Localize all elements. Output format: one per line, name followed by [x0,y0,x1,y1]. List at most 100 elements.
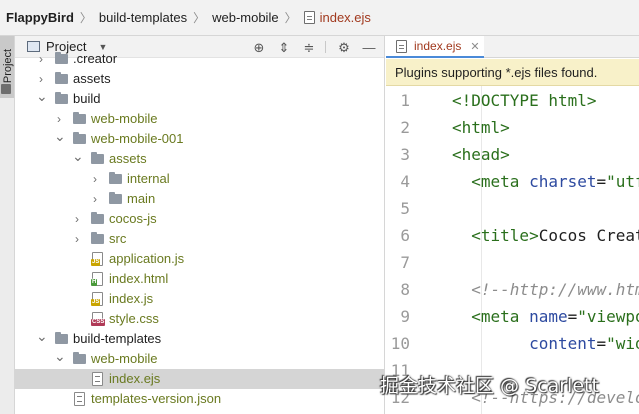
tree-item-label: internal [127,171,170,186]
tree-item-label: web-mobile [91,111,158,126]
folder-icon [55,52,68,64]
code-line[interactable]: <meta name="viewport" [452,307,639,327]
line-number: 2 [400,118,410,137]
line-number: 7 [400,253,410,272]
tree-item-label: web-mobile [91,351,158,366]
code-token: <meta [471,307,530,326]
chevron-right-icon[interactable]: › [54,113,64,125]
tree-folder[interactable]: › .creator [15,49,384,69]
close-icon[interactable]: ✕ [470,40,479,53]
tree-file[interactable]: index.ejs [15,369,384,389]
tree-folder[interactable]: › cocos-js [15,209,384,229]
tree-folder[interactable]: › src [15,229,384,249]
ejs-file-icon [92,372,103,386]
line-number: 5 [400,199,410,218]
chevron-right-icon[interactable]: › [36,53,46,65]
project-tool-window-tab[interactable]: Project [0,36,14,98]
chevron-right-icon[interactable]: › [90,193,100,205]
tree-file[interactable]: templates-version.json [15,389,384,409]
folder-icon [109,192,122,204]
tree-item-label: assets [73,71,111,86]
chevron-down-icon[interactable]: ⌄ [36,329,48,343]
js-file-icon: JS [91,292,103,306]
code-editor[interactable]: <!DOCTYPE html> <html> <head> <meta charse… [452,86,639,414]
navigation-bar: FlappyBird 〉 build-templates 〉 web-mobil… [0,0,639,36]
tree-file[interactable]: JS application.js [15,249,384,269]
code-token: <!--http://www.html5rocks.com [471,280,639,299]
tree-folder[interactable]: ⌄ build-templates [15,329,384,349]
tree-file[interactable]: CSS style.css [15,309,384,329]
chevron-down-icon[interactable]: ⌄ [54,129,66,143]
code-token: = [596,172,607,191]
folder-icon [73,132,86,144]
line-number-gutter: 1 2 3 4 5 6 7 8 9 10 11 12 [386,86,452,414]
code-token: "width=device [606,334,639,353]
tree-item-label: index.ejs [109,371,161,386]
tree-item-label: build [73,91,101,106]
tree-item-label: assets [109,151,147,166]
breadcrumb-separator-icon: 〉 [193,11,206,25]
tree-item-label: index.html [109,271,169,286]
file-icon [396,39,407,53]
tree-item-label: cocos-js [109,211,157,226]
tree-item-label: templates-version.json [91,391,222,406]
code-line[interactable]: content="width=device [452,334,639,354]
tree-file[interactable]: JS index.js [15,289,384,309]
code-token: = [567,307,578,326]
line-number: 1 [400,91,410,110]
html-file-icon: H [91,272,103,286]
code-token: charset [529,172,597,191]
code-token: <title> [471,226,539,245]
json-file-icon [74,392,85,406]
tree-item-label: main [127,191,156,206]
code-line[interactable]: <html> [452,118,510,138]
file-icon [303,11,315,24]
folder-icon [91,152,104,164]
tree-folder[interactable]: ⌄ web-mobile-001 [15,129,384,149]
tree-folder[interactable]: › main [15,189,384,209]
chevron-down-icon[interactable]: ⌄ [36,89,48,103]
tree-folder[interactable]: ⌄ build [15,89,384,109]
code-line[interactable]: <!DOCTYPE html> [452,91,597,111]
code-token: = [596,334,607,353]
code-line[interactable]: <!--http://www.html5rocks.com [452,280,639,300]
tree-item-label: style.css [109,311,159,326]
tree-file[interactable]: Hindex.html [15,269,384,289]
breadcrumb-separator-icon: 〉 [284,11,297,25]
banner-text: Plugins supporting *.ejs files found. [395,64,598,80]
chevron-down-icon[interactable]: ⌄ [72,149,84,163]
breadcrumb-index-ejs[interactable]: index.ejs [320,10,371,25]
folder-icon [55,332,68,344]
tab-index-ejs[interactable]: index.ejs ✕ [386,36,484,58]
tree-folder[interactable]: ⌄ assets [15,149,384,169]
tree-folder[interactable]: › internal [15,169,384,189]
code-token: Cocos Creator [538,226,639,245]
chevron-right-icon[interactable]: › [72,213,82,225]
editor-tab-bar: index.ejs ✕ [386,36,639,58]
chevron-right-icon[interactable]: › [90,173,100,185]
code-line[interactable]: <head> [452,145,510,165]
code-token: <meta [471,172,530,191]
chevron-down-icon[interactable]: ⌄ [54,349,66,363]
tree-folder[interactable]: › web-mobile [15,109,384,129]
code-line[interactable]: <title>Cocos Creator [452,226,639,246]
breadcrumb-build-templates[interactable]: build-templates [99,10,187,25]
breadcrumb-web-mobile[interactable]: web-mobile [212,10,278,25]
tree-folder[interactable]: › assets [15,69,384,89]
chevron-right-icon[interactable]: › [72,233,82,245]
tree-item-label: index.js [109,291,154,306]
folder-icon [109,172,122,184]
chevron-right-icon[interactable]: › [36,73,46,85]
tool-window-stripe: Project [0,36,15,414]
code-token: <head> [452,145,510,164]
folder-icon [91,212,104,224]
tree-folder[interactable]: ⌄ web-mobile [15,349,384,369]
line-number: 6 [400,226,410,245]
breadcrumb-project[interactable]: FlappyBird [6,10,74,25]
code-line[interactable]: <meta charset="utf-8"> [452,172,639,192]
line-number: 3 [400,145,410,164]
tab-label: index.ejs [414,39,462,53]
line-number: 4 [400,172,410,191]
